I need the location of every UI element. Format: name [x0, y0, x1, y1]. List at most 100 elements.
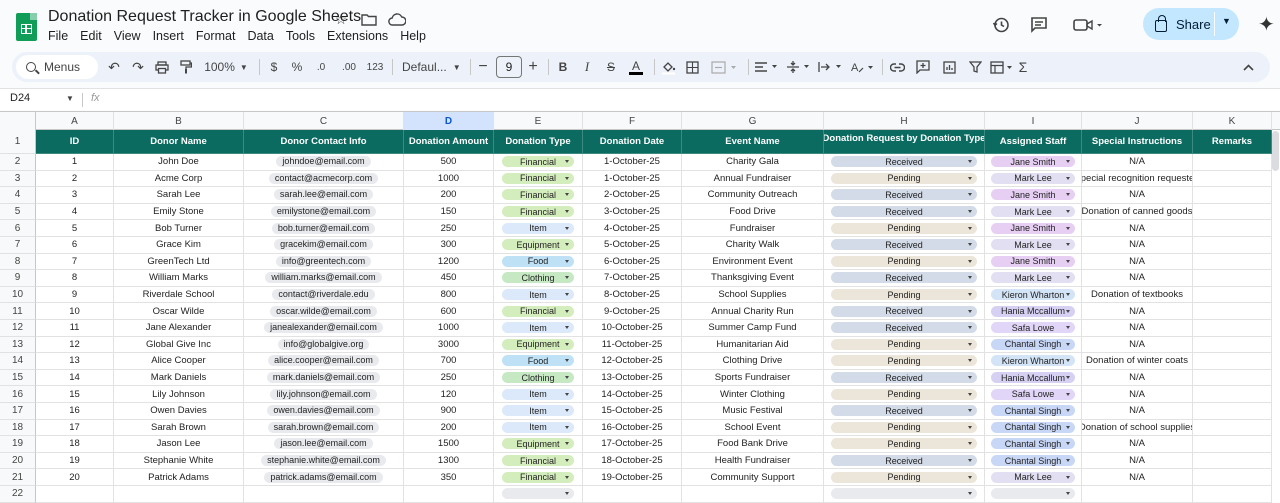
cell-amount[interactable]: 700 — [404, 353, 494, 370]
cell-date[interactable]: 18-October-25 — [583, 452, 682, 470]
menu-tools[interactable]: Tools — [286, 29, 321, 43]
cell-type[interactable]: Clothing — [494, 369, 583, 387]
share-dropdown-chevron-icon[interactable]: ▼ — [1222, 16, 1231, 26]
staff-dropdown[interactable]: Mark Lee — [991, 172, 1075, 184]
cell-amount[interactable]: 300 — [404, 237, 494, 254]
column-header-h[interactable]: H — [824, 112, 985, 130]
column-header-c[interactable]: C — [244, 112, 404, 130]
cell-type[interactable]: Financial — [494, 170, 583, 188]
cell-remarks[interactable] — [1193, 303, 1272, 320]
cell-email[interactable]: william.marks@email.com — [244, 270, 404, 287]
cell-id[interactable]: 10 — [36, 303, 114, 320]
cell-date[interactable]: 4-October-25 — [583, 220, 682, 237]
cell-email[interactable]: owen.davies@email.com — [244, 403, 404, 420]
cell-type[interactable]: Item — [494, 419, 583, 437]
row-header[interactable]: 13 — [0, 336, 36, 354]
column-header-i[interactable]: I — [985, 112, 1082, 130]
star-icon[interactable]: ☆ — [332, 10, 350, 28]
cell-remarks[interactable] — [1193, 237, 1272, 254]
email-chip[interactable]: contact@riverdale.edu — [272, 289, 375, 301]
donation-type-dropdown[interactable]: Equipment — [502, 239, 574, 251]
cell-type[interactable]: Financial — [494, 452, 583, 470]
staff-dropdown[interactable]: Hania Mccallum — [991, 372, 1075, 384]
cell-notes[interactable]: Donation of canned goods — [1082, 203, 1193, 221]
cell-remarks[interactable] — [1193, 170, 1272, 188]
cell-status[interactable]: Pending — [824, 286, 985, 304]
sheets-logo-icon[interactable] — [16, 13, 37, 41]
email-chip[interactable]: jason.lee@email.com — [274, 438, 373, 450]
cell-name[interactable]: Oscar Wilde — [114, 303, 244, 320]
name-box[interactable]: D24 — [10, 92, 30, 104]
cell-id[interactable]: 3 — [36, 187, 114, 204]
status-dropdown[interactable]: Received — [831, 239, 977, 251]
cell-status[interactable]: Pending — [824, 170, 985, 188]
cell-date[interactable]: 15-October-25 — [583, 403, 682, 420]
staff-dropdown[interactable]: Safa Lowe — [991, 388, 1075, 400]
header-cell[interactable]: Donor Name — [114, 130, 244, 154]
menu-data[interactable]: Data — [247, 29, 279, 43]
cell-notes[interactable]: N/A — [1082, 154, 1193, 171]
menus-search-button[interactable]: Menus — [16, 55, 98, 79]
cell-remarks[interactable] — [1193, 253, 1272, 271]
print-icon[interactable] — [152, 52, 172, 82]
cell-staff[interactable]: Mark Lee — [985, 237, 1082, 254]
cell-amount[interactable]: 1500 — [404, 436, 494, 453]
donation-type-dropdown[interactable]: Item — [502, 388, 574, 400]
cell-amount[interactable]: 450 — [404, 270, 494, 287]
cell-id[interactable]: 9 — [36, 286, 114, 304]
row-header[interactable]: 16 — [0, 386, 36, 403]
cell-notes[interactable]: Donation of textbooks — [1082, 286, 1193, 304]
cell-event[interactable]: Fundraiser — [682, 220, 824, 237]
cell-id[interactable]: 20 — [36, 469, 114, 486]
column-header-g[interactable]: G — [682, 112, 824, 130]
cell-staff[interactable]: Mark Lee — [985, 170, 1082, 188]
cell-amount[interactable]: 1300 — [404, 452, 494, 470]
staff-dropdown[interactable]: Mark Lee — [991, 471, 1075, 483]
cell-type[interactable]: Item — [494, 320, 583, 337]
cell-remarks[interactable] — [1193, 220, 1272, 237]
email-chip[interactable]: contact@acmecorp.com — [268, 172, 379, 184]
cell-staff[interactable]: Hania Mccallum — [985, 303, 1082, 320]
cell-notes[interactable]: N/A — [1082, 220, 1193, 237]
donation-type-dropdown[interactable]: Financial — [502, 471, 574, 483]
row-header[interactable]: 10 — [0, 286, 36, 304]
cell-notes[interactable]: Special recognition requested — [1082, 170, 1193, 188]
cell-status[interactable]: Received — [824, 154, 985, 171]
cell-email[interactable]: bob.turner@email.com — [244, 220, 404, 237]
cell-remarks[interactable] — [1193, 187, 1272, 204]
cell-id[interactable]: 13 — [36, 353, 114, 370]
cloud-status-icon[interactable] — [388, 10, 406, 28]
select-all-corner[interactable] — [0, 112, 36, 130]
row-header[interactable]: 21 — [0, 469, 36, 486]
cell-date[interactable]: 2-October-25 — [583, 187, 682, 204]
status-dropdown[interactable]: Received — [831, 372, 977, 384]
status-dropdown[interactable]: Pending — [831, 438, 977, 450]
row-header[interactable]: 15 — [0, 369, 36, 387]
cell-email[interactable]: stephanie.white@email.com — [244, 452, 404, 470]
strikethrough-icon[interactable]: S — [602, 52, 620, 82]
cell-email[interactable]: alice.cooper@email.com — [244, 353, 404, 370]
cell-empty[interactable] — [494, 486, 583, 503]
cell-name[interactable]: Sarah Brown — [114, 419, 244, 437]
menu-format[interactable]: Format — [196, 29, 242, 43]
email-chip[interactable]: william.marks@email.com — [265, 272, 382, 284]
donation-type-dropdown[interactable]: Financial — [502, 455, 574, 467]
cell-type[interactable]: Food — [494, 253, 583, 271]
email-chip[interactable]: johndoe@email.com — [276, 156, 371, 168]
filter-icon[interactable] — [964, 52, 986, 82]
column-header-k[interactable]: K — [1193, 112, 1272, 130]
cell-amount[interactable]: 800 — [404, 286, 494, 304]
cell-date[interactable]: 13-October-25 — [583, 369, 682, 387]
cell-notes[interactable]: N/A — [1082, 369, 1193, 387]
cell-email[interactable]: lily.johnson@email.com — [244, 386, 404, 403]
cell-remarks[interactable] — [1193, 353, 1272, 370]
email-chip[interactable]: owen.davies@email.com — [267, 405, 380, 417]
cell-staff[interactable]: Mark Lee — [985, 469, 1082, 486]
cell-amount[interactable]: 250 — [404, 369, 494, 387]
cell-email[interactable]: johndoe@email.com — [244, 154, 404, 171]
cell-staff[interactable]: Jane Smith — [985, 154, 1082, 171]
email-chip[interactable]: lily.johnson@email.com — [270, 388, 377, 400]
cell-amount[interactable]: 1000 — [404, 320, 494, 337]
email-chip[interactable]: emilystone@email.com — [270, 206, 377, 218]
cell-status[interactable]: Pending — [824, 419, 985, 437]
